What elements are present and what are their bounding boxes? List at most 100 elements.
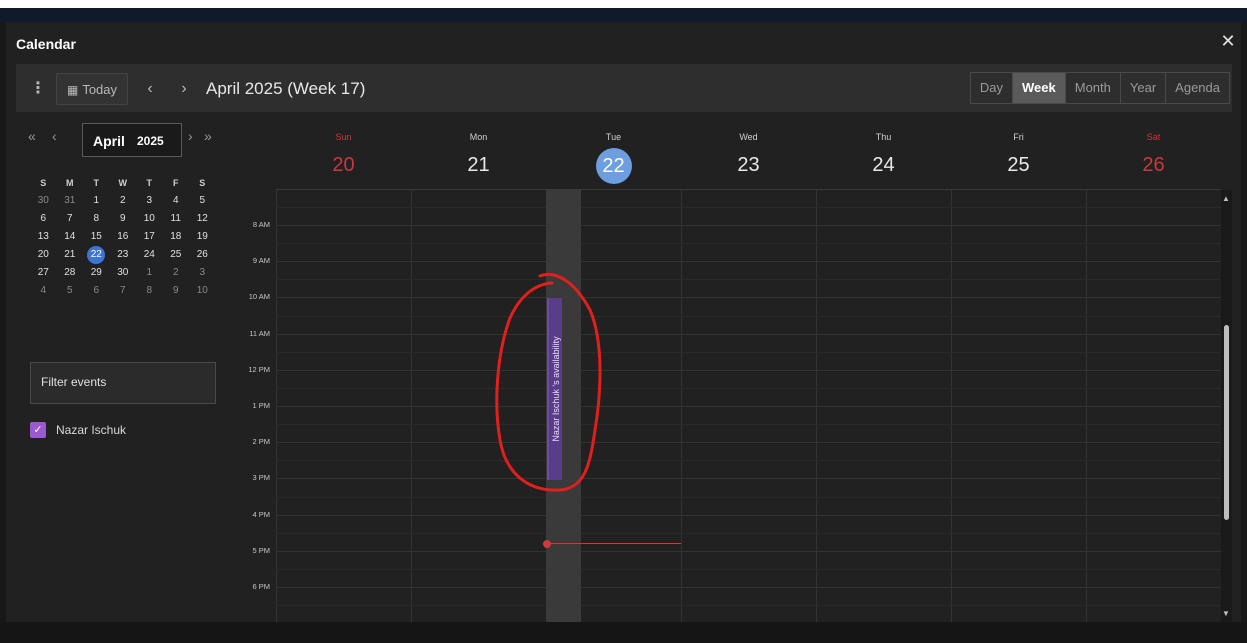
mini-day-cell[interactable]: 23	[110, 246, 137, 264]
mini-calendar-header: « ‹ April 2025 › »	[16, 122, 226, 162]
mini-day-cell[interactable]: 6	[83, 282, 110, 300]
more-vertical-icon[interactable]: ⋮	[30, 73, 46, 105]
chevron-right-icon[interactable]: ›	[188, 128, 193, 144]
mini-day-cell[interactable]: 2	[163, 264, 190, 282]
hour-line	[276, 587, 1221, 588]
mini-day-number: 29	[90, 267, 102, 278]
day-header-sat[interactable]: Sat 26	[1086, 112, 1221, 190]
mini-day-number: 30	[37, 195, 49, 206]
mini-weekday-header: M	[66, 178, 74, 188]
mini-day-cell[interactable]: 8	[136, 282, 163, 300]
mini-day-number: 4	[40, 285, 47, 296]
hour-line	[276, 515, 1221, 516]
mini-day-cell[interactable]: 1	[136, 264, 163, 282]
calendar-list-item[interactable]: ✓ Nazar Ischuk	[30, 422, 126, 438]
sidebar: « ‹ April 2025 › » S M T W T F S 30 31 1 2 3 4 5 6 7 8 9 1…	[16, 112, 226, 622]
mini-day-cell[interactable]: 1	[83, 192, 110, 210]
mini-day-cell[interactable]: 29	[83, 264, 110, 282]
mini-week-row: 4 5 6 7 8 9 10	[30, 282, 216, 300]
mini-day-cell[interactable]: 4	[30, 282, 57, 300]
day-header-tue[interactable]: Tue 22	[546, 112, 681, 190]
mini-day-cell[interactable]: 22	[83, 246, 110, 264]
mini-day-cell[interactable]: 7	[57, 210, 84, 228]
day-header-thu[interactable]: Thu 24	[816, 112, 951, 190]
mini-weekday-header: S	[199, 178, 206, 188]
mini-day-number: 24	[143, 249, 155, 260]
chevron-left-icon[interactable]: ‹	[52, 128, 57, 144]
mini-day-cell[interactable]: 18	[163, 228, 190, 246]
mini-day-cell[interactable]: 6	[30, 210, 57, 228]
mini-day-cell[interactable]: 12	[189, 210, 216, 228]
scrollbar-thumb[interactable]	[1224, 325, 1229, 520]
mini-day-cell[interactable]: 15	[83, 228, 110, 246]
mini-day-cell[interactable]: 20	[30, 246, 57, 264]
day-date-wrap: 25	[951, 154, 1086, 177]
hour-line	[276, 478, 1221, 479]
mini-day-number: 1	[93, 195, 100, 206]
mini-day-cell[interactable]: 10	[136, 210, 163, 228]
today-button[interactable]: ▦ Today	[56, 73, 128, 105]
checkbox[interactable]: ✓	[30, 422, 46, 438]
mini-day-cell[interactable]: 24	[136, 246, 163, 264]
mini-day-cell[interactable]: 16	[110, 228, 137, 246]
mini-day-cell[interactable]: 9	[110, 210, 137, 228]
scroll-down-icon[interactable]: ▼	[1222, 609, 1230, 618]
mini-day-cell[interactable]: 26	[189, 246, 216, 264]
today-label: Today	[82, 82, 118, 97]
day-header-sun[interactable]: Sun 20	[276, 112, 411, 190]
day-header-wed[interactable]: Wed 23	[681, 112, 816, 190]
day-header-mon[interactable]: Mon 21	[411, 112, 546, 190]
mini-day-cell[interactable]: 5	[57, 282, 84, 300]
mini-day-cell[interactable]: 25	[163, 246, 190, 264]
filter-events-input[interactable]: Filter events	[30, 362, 216, 404]
mini-day-cell[interactable]: 30	[110, 264, 137, 282]
view-day-button[interactable]: Day	[971, 73, 1014, 103]
mini-day-cell[interactable]: 10	[189, 282, 216, 300]
chevron-left-icon[interactable]: ‹	[140, 73, 160, 105]
mini-day-number: 13	[37, 231, 49, 242]
view-year-button[interactable]: Year	[1121, 73, 1167, 103]
mini-day-cell[interactable]: 30	[30, 192, 57, 210]
mini-day-cell[interactable]: 2	[110, 192, 137, 210]
half-hour-line	[276, 352, 1221, 353]
mini-day-cell[interactable]: 14	[57, 228, 84, 246]
chevron-right-icon[interactable]: ›	[174, 73, 194, 105]
day-name: Fri	[1013, 132, 1024, 142]
day-header-fri[interactable]: Fri 25	[951, 112, 1086, 190]
mini-day-number: 9	[172, 285, 179, 296]
mini-day-cell[interactable]: 11	[163, 210, 190, 228]
event-block[interactable]: Nazar Ischuk 's availability	[547, 298, 562, 480]
mini-day-cell[interactable]: 9	[163, 282, 190, 300]
time-label: 5 PM	[252, 546, 270, 555]
mini-day-cell[interactable]: 4	[163, 192, 190, 210]
mini-day-number: 10	[196, 285, 208, 296]
scroll-up-icon[interactable]: ▲	[1222, 194, 1230, 203]
time-grid-scroll[interactable]: 8 AM 9 AM 10 AM 11 AM 12 PM 1 PM 2 PM 3 PM 4 PM 5…	[226, 190, 1221, 622]
close-icon[interactable]: ✕	[1219, 32, 1237, 50]
time-label: 10 AM	[248, 292, 270, 301]
mini-day-cell[interactable]: 7	[110, 282, 137, 300]
mini-day-cell[interactable]: 17	[136, 228, 163, 246]
month-year-picker[interactable]: April 2025	[82, 123, 182, 157]
mini-day-cell[interactable]: 28	[57, 264, 84, 282]
mini-day-cell[interactable]: 13	[30, 228, 57, 246]
mini-day-cell[interactable]: 31	[57, 192, 84, 210]
mini-day-number: 9	[119, 213, 126, 224]
mini-day-number: 28	[64, 267, 76, 278]
double-chevron-right-icon[interactable]: »	[204, 128, 212, 144]
mini-day-number: 12	[196, 213, 208, 224]
mini-day-cell[interactable]: 27	[30, 264, 57, 282]
dialog-title: Calendar	[16, 36, 76, 52]
view-agenda-button[interactable]: Agenda	[1166, 73, 1229, 103]
vertical-scrollbar[interactable]: ▲ ▼	[1221, 190, 1232, 622]
mini-day-cell[interactable]: 8	[83, 210, 110, 228]
mini-day-cell[interactable]: 19	[189, 228, 216, 246]
mini-day-cell[interactable]: 5	[189, 192, 216, 210]
hour-line	[276, 442, 1221, 443]
double-chevron-left-icon[interactable]: «	[28, 128, 36, 144]
mini-day-cell[interactable]: 21	[57, 246, 84, 264]
view-month-button[interactable]: Month	[1066, 73, 1121, 103]
mini-day-cell[interactable]: 3	[136, 192, 163, 210]
view-week-button[interactable]: Week	[1013, 73, 1066, 103]
mini-day-cell[interactable]: 3	[189, 264, 216, 282]
